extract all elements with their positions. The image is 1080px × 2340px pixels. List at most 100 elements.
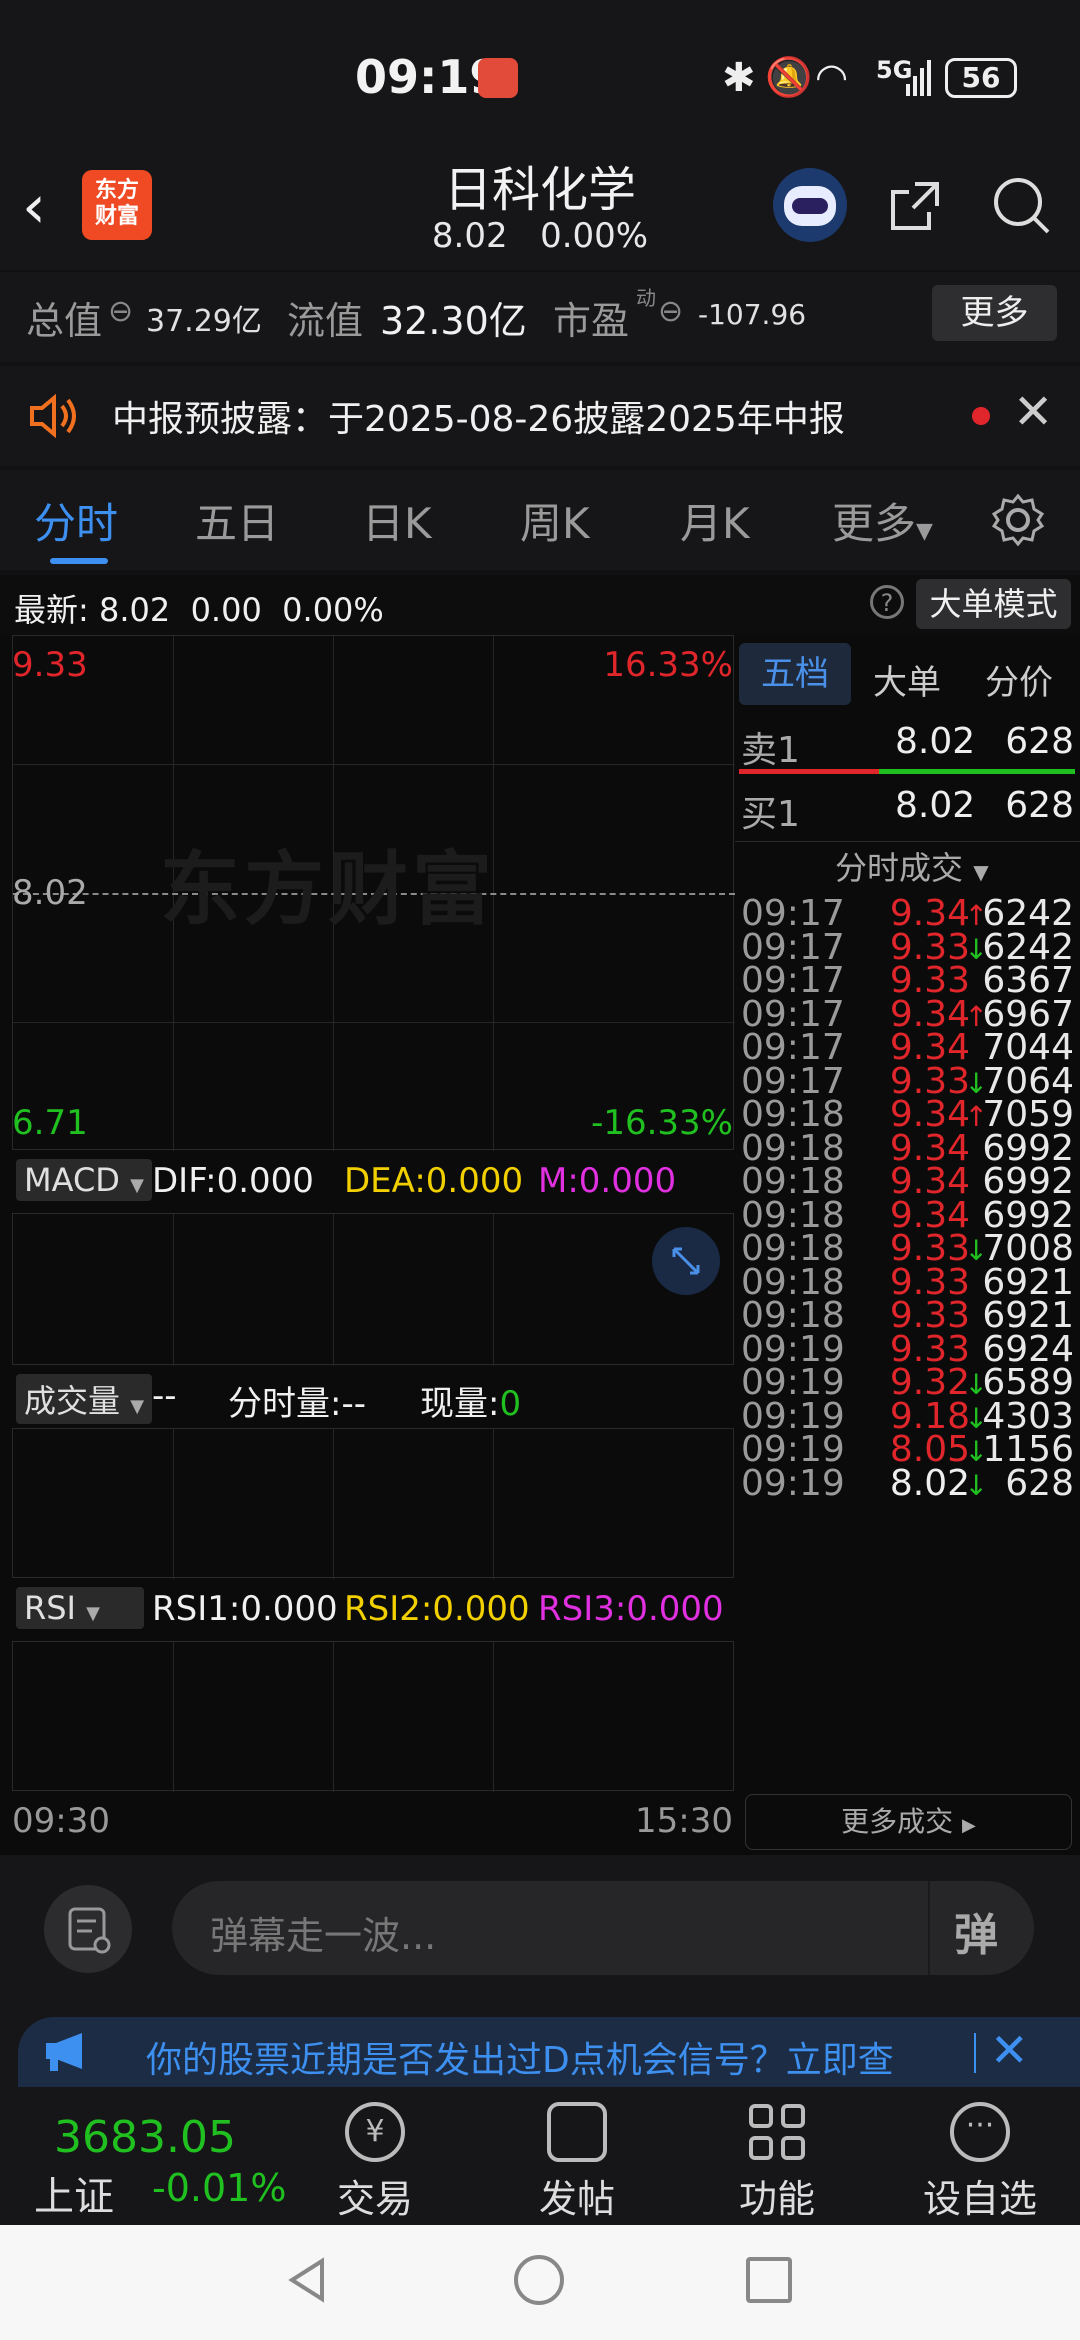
tab-five-day[interactable]: 五日	[195, 490, 279, 551]
caret-right-icon: ▶	[962, 1815, 976, 1836]
trade-direction-arrow: ↓	[964, 1468, 988, 1502]
share-icon[interactable]	[885, 176, 945, 236]
nav-post-label: 发帖	[538, 2177, 615, 2221]
sell-depth-bar	[739, 769, 879, 774]
settings-gear-icon[interactable]	[990, 492, 1046, 548]
trades-header[interactable]: 分时成交 ▼	[835, 843, 989, 889]
tab-five-levels[interactable]: 五档	[739, 643, 851, 705]
rsi-2: RSI2:0.000	[344, 1589, 530, 1629]
tab-more[interactable]: 更多▼	[832, 490, 933, 551]
nav-add-watchlist[interactable]: ··· 设自选	[900, 2090, 1060, 2223]
system-navigation-bar	[0, 2225, 1080, 2340]
nav-post[interactable]: 发帖	[497, 2090, 657, 2223]
search-icon[interactable]	[990, 174, 1054, 238]
danmaku-send-button[interactable]: 弹	[954, 1899, 998, 1963]
order-book-panel: 五档 大单 分价 卖1 8.02 628 买1 8.02 628 分时成交 ▼ …	[735, 635, 1080, 1855]
system-back-icon[interactable]	[282, 2255, 332, 2305]
sell-1-price: 8.02	[895, 721, 976, 762]
promo-banner[interactable]: 你的股票近期是否发出过D点机会信号？立即查 ✕	[18, 2017, 1080, 2087]
rsi-chart-frame	[12, 1641, 734, 1792]
total-value-info-icon[interactable]: ⊖	[108, 294, 133, 329]
trade-ticker-list[interactable]: 09:17 9.34 ↑ 6242 09:17 9.33 ↓ 6242 09:17 9.33 636…	[735, 893, 1080, 1793]
sell-1-row: 卖1 8.02 628	[735, 721, 1080, 771]
chart-period-tabs: 分时 五日 日K 周K 月K 更多▼	[0, 470, 1080, 570]
latest-quote-bar: 最新: 8.02 0.00 0.00% ? 大单模式	[0, 575, 1080, 635]
index-quote-button[interactable]: 3683.05 上证 -0.01%	[0, 2090, 300, 2225]
valuation-bar: 总值 ⊖ 37.29亿 流值 32.30亿 市盈 动 ⊖ -107.96 更多	[0, 272, 1080, 362]
macd-header: MACD ▼ DIF:0.000 DEA:0.000 M:0.000	[12, 1153, 734, 1213]
latest-quote-line: 最新: 8.02 0.00 0.00%	[14, 585, 384, 631]
rsi-3: RSI3:0.000	[538, 1589, 724, 1629]
notification-app-icon	[478, 58, 518, 98]
latest-price: 8.02	[98, 591, 171, 629]
battery-indicator: 56	[945, 58, 1017, 98]
tab-weekly-k[interactable]: 周K	[520, 490, 590, 551]
trade-row: 09:19 8.02 ↓ 628	[735, 1463, 1080, 1513]
danmaku-input[interactable]: 弹幕走一波... 弹	[172, 1881, 1034, 1975]
lower-pct-label: -16.33%	[591, 1103, 733, 1143]
intraday-chart[interactable]: 东方财富 9.33 16.33% 8.02 6.71 -16.33% MACD …	[0, 635, 735, 1855]
nav-add-watchlist-label: 设自选	[922, 2177, 1037, 2221]
close-notice-icon[interactable]: ✕	[1013, 384, 1053, 440]
trade-volume: 628	[1005, 1462, 1074, 1504]
nav-trade-label: 交易	[336, 2177, 413, 2221]
trade-time: 09:19	[741, 1462, 845, 1504]
macd-m: M:0.000	[538, 1161, 677, 1201]
ai-assistant-icon[interactable]	[773, 168, 847, 242]
rsi-indicator-select[interactable]: RSI ▼	[16, 1587, 144, 1629]
wifi-icon: ◠	[815, 55, 849, 99]
caret-down-icon: ▼	[973, 860, 989, 884]
buy-1-price: 8.02	[895, 785, 976, 826]
status-bar: 09:19 ✱ 🔕 ◠ 5G 56	[0, 0, 1080, 150]
more-dots-icon: ···	[950, 2102, 1010, 2162]
nav-trade[interactable]: ¥ 交易	[295, 2090, 455, 2223]
tab-intraday[interactable]: 分时	[34, 490, 118, 551]
close-promo-icon[interactable]: ✕	[990, 2023, 1029, 2077]
pe-value: -107.96	[698, 298, 807, 331]
nav-functions[interactable]: 功能	[697, 2090, 857, 2223]
danmaku-placeholder: 弹幕走一波...	[210, 1914, 437, 1958]
system-recents-icon[interactable]	[746, 2257, 792, 2303]
volume-indicator-select[interactable]: 成交量 ▼	[16, 1374, 153, 1424]
time-axis-end: 15:30	[635, 1801, 733, 1841]
macd-chart-frame	[12, 1213, 734, 1366]
total-value: 37.29亿	[146, 304, 262, 339]
buy-depth-bar	[879, 769, 1075, 774]
megaphone-icon	[42, 2029, 94, 2073]
tab-big-orders[interactable]: 大单	[873, 655, 941, 704]
sell-1-label: 卖1	[741, 730, 800, 771]
danmaku-settings-icon[interactable]	[44, 1885, 132, 1973]
more-trades-button[interactable]: 更多成交 ▶	[745, 1794, 1072, 1850]
unread-dot	[972, 407, 990, 425]
trade-price: 8.02	[889, 1462, 970, 1504]
intraday-volume: 分时量:--	[228, 1384, 367, 1424]
app-header: ‹ 东方 财富 日科化学 8.02 0.00%	[0, 150, 1080, 270]
latest-pct: 0.00%	[282, 591, 384, 629]
total-value-label: 总值	[26, 299, 103, 343]
current-volume: 现量:0	[420, 1384, 522, 1424]
tab-daily-k[interactable]: 日K	[362, 490, 432, 551]
expand-chart-icon[interactable]	[652, 1227, 720, 1295]
stock-price: 8.02	[431, 216, 508, 256]
macd-indicator-select[interactable]: MACD ▼	[16, 1159, 152, 1201]
pe-info-icon[interactable]: ⊖	[658, 294, 683, 329]
volume-header: 成交量 ▼ -- 分时量:-- 现量:0	[12, 1368, 734, 1428]
macd-dif: DIF:0.000	[152, 1161, 314, 1201]
help-icon[interactable]: ?	[870, 585, 904, 619]
more-info-button[interactable]: 更多	[932, 285, 1057, 341]
tab-monthly-k[interactable]: 月K	[680, 490, 750, 551]
tab-price-distribution[interactable]: 分价	[985, 655, 1053, 704]
notice-bar[interactable]: 中报预披露：于2025-08-26披露2025年中报 ✕	[0, 366, 1080, 466]
stock-change-pct: 0.00%	[540, 216, 649, 256]
system-home-icon[interactable]	[514, 2255, 564, 2305]
big-order-mode-button[interactable]: 大单模式	[916, 579, 1071, 629]
pe-label: 市盈	[553, 299, 630, 343]
macd-dea: DEA:0.000	[344, 1161, 524, 1201]
latest-change: 0.00	[190, 591, 262, 629]
upper-price-label: 9.33	[12, 645, 88, 685]
mute-icon: 🔕	[765, 55, 813, 99]
grid-icon	[747, 2102, 807, 2162]
bluetooth-icon: ✱	[722, 55, 756, 101]
mid-price-label: 8.02	[12, 873, 88, 913]
comment-area: 弹幕走一波... 弹 你的股票近期是否发出过D点机会信号？立即查 ✕	[0, 1855, 1080, 2090]
